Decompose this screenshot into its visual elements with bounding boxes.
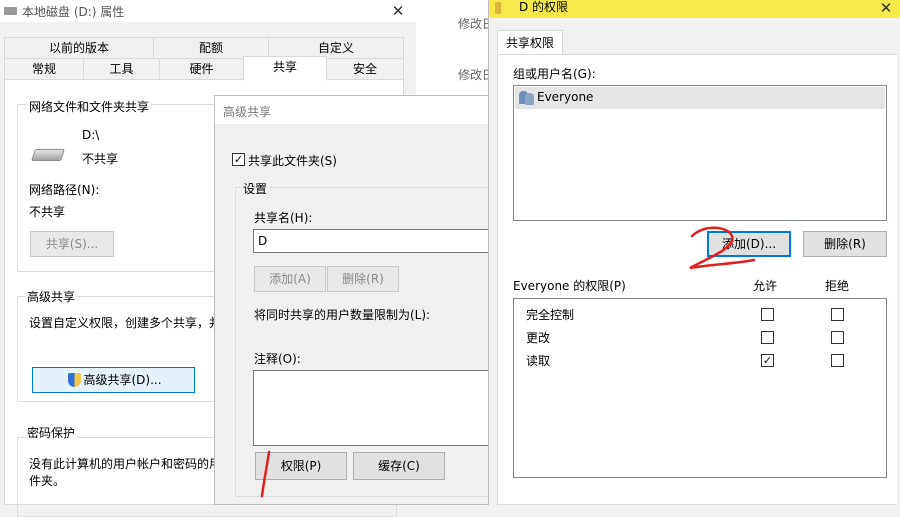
perm-read-deny-checkbox[interactable] xyxy=(831,354,844,367)
tab-tools[interactable]: 工具 xyxy=(83,58,160,80)
perm-row-full-control: 完全控制 xyxy=(526,308,575,322)
advanced-share-description: 设置自定义权限，创建多个共享，并 xyxy=(29,316,222,330)
perm-full-control-deny-checkbox[interactable] xyxy=(831,308,844,321)
advanced-sharing-title: 高级共享 xyxy=(223,105,272,119)
folder-icon xyxy=(495,2,501,14)
share-remove-button[interactable]: 删除(R) xyxy=(327,266,399,292)
permissions-for-label: Everyone 的权限(P) xyxy=(513,279,626,293)
deny-column-header: 拒绝 xyxy=(825,279,850,293)
password-protection-line1: 没有此计算机的用户帐户和密码的用 xyxy=(29,457,222,471)
advanced-sharing-titlebar: 高级共享 xyxy=(215,96,493,124)
tab-hardware[interactable]: 硬件 xyxy=(159,58,244,80)
perm-change-allow-checkbox[interactable] xyxy=(761,331,774,344)
share-add-button[interactable]: 添加(A) xyxy=(254,266,326,292)
password-protection-heading: 密码保护 xyxy=(25,424,78,441)
tab-general[interactable]: 常规 xyxy=(4,58,84,80)
close-icon[interactable]: ✕ xyxy=(872,0,900,19)
advanced-share-button[interactable]: 高级共享(D)... xyxy=(32,367,195,393)
share-name-field[interactable]: D xyxy=(253,229,493,253)
drive-title-icon xyxy=(4,7,17,15)
comment-label: 注释(O): xyxy=(254,352,301,366)
perm-remove-button[interactable]: 删除(R) xyxy=(803,231,887,257)
tab-sharing[interactable]: 共享 xyxy=(243,56,327,81)
network-path-label: 网络路径(N): xyxy=(29,183,100,197)
network-path-value: 不共享 xyxy=(29,205,66,219)
drive-path: D:\ xyxy=(82,128,100,142)
advanced-sharing-dialog: 高级共享 ✓ 共享此文件夹(S) 设置 共享名(H): D 添加(A) 删除(R… xyxy=(214,95,497,505)
drive-icon xyxy=(31,149,65,161)
cache-button[interactable]: 缓存(C) xyxy=(353,452,445,480)
share-name-label: 共享名(H): xyxy=(254,211,313,225)
settings-group-label: 设置 xyxy=(241,180,270,197)
user-list-item[interactable]: Everyone xyxy=(515,87,885,109)
perm-full-control-allow-checkbox[interactable] xyxy=(761,308,774,321)
properties-titlebar: 本地磁盘 (D:) 属性 ✕ xyxy=(0,0,416,22)
allow-column-header: 允许 xyxy=(753,279,778,293)
tab-previous-versions[interactable]: 以前的版本 xyxy=(4,37,154,59)
share-button[interactable]: 共享(S)... xyxy=(30,231,114,257)
advanced-share-button-label: 高级共享(D)... xyxy=(83,373,162,387)
share-folder-checkbox[interactable]: ✓ xyxy=(232,153,245,166)
perm-change-deny-checkbox[interactable] xyxy=(831,331,844,344)
permissions-title: D 的权限 xyxy=(519,0,569,14)
group-user-label: 组或用户名(G): xyxy=(513,67,596,81)
user-name: Everyone xyxy=(537,90,594,104)
tab-share-permissions[interactable]: 共享权限 xyxy=(497,30,563,56)
close-icon[interactable]: ✕ xyxy=(386,0,410,22)
permissions-dialog: D 的权限 ✕ 共享权限 组或用户名(G): Everyone 添加(D)...… xyxy=(488,0,900,505)
network-share-heading: 网络文件和文件夹共享 xyxy=(27,98,152,115)
uac-shield-icon xyxy=(68,373,81,387)
share-permissions-panel: 组或用户名(G): Everyone 添加(D)... 删除(R) Everyo… xyxy=(497,54,897,505)
user-limit-label: 将同时共享的用户数量限制为(L): xyxy=(254,308,431,322)
password-protection-line2: 件夹。 xyxy=(29,474,66,488)
permissions-button[interactable]: 权限(P) xyxy=(255,452,347,480)
permissions-titlebar: D 的权限 ✕ xyxy=(489,0,900,18)
perm-row-change: 更改 xyxy=(526,331,551,345)
perm-add-button[interactable]: 添加(D)... xyxy=(707,231,791,257)
share-folder-label: 共享此文件夹(S) xyxy=(248,154,337,168)
permissions-list: 完全控制 更改 读取 ✓ xyxy=(513,298,887,478)
properties-title: 本地磁盘 (D:) 属性 xyxy=(22,5,125,19)
tab-security[interactable]: 安全 xyxy=(326,58,404,80)
perm-read-allow-checkbox[interactable]: ✓ xyxy=(761,354,774,367)
users-group-icon-2 xyxy=(525,93,534,105)
comment-textarea[interactable] xyxy=(253,370,493,446)
perm-row-read: 读取 xyxy=(526,354,551,368)
background-window: 修改日 修改日 xyxy=(416,0,494,100)
advanced-share-heading: 高级共享 xyxy=(25,288,78,305)
drive-share-status: 不共享 xyxy=(82,152,119,166)
user-list[interactable]: Everyone xyxy=(513,85,887,221)
